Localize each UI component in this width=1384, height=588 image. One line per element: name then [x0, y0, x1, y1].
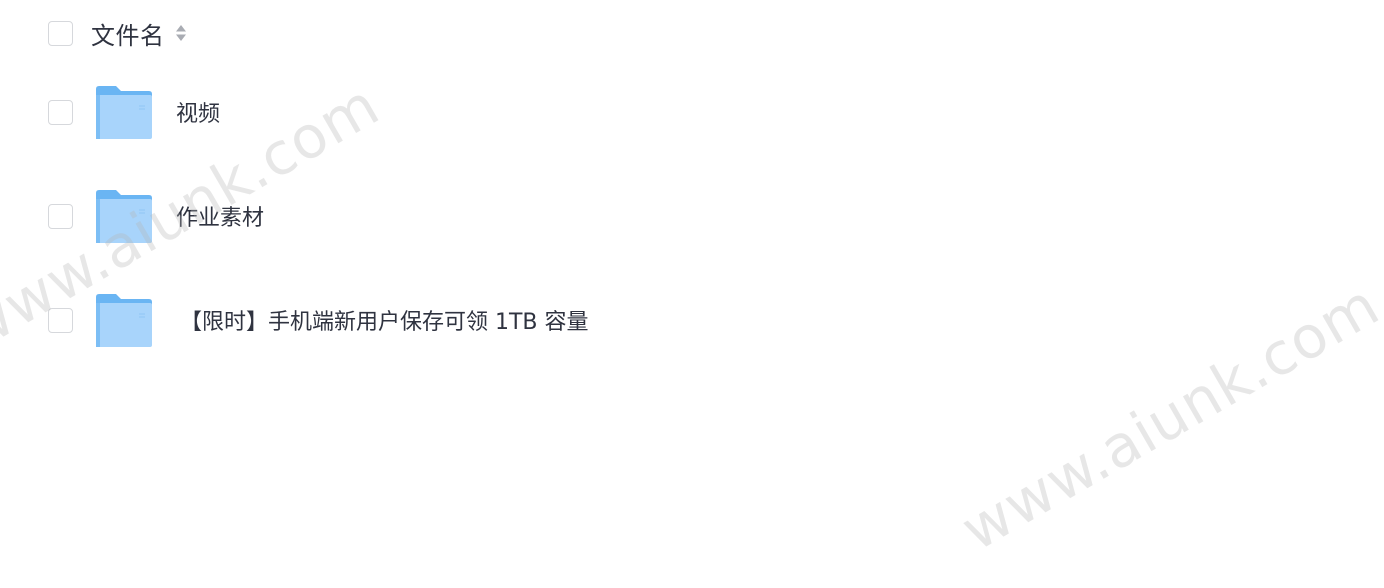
file-row[interactable]: 【限时】手机端新用户保存可领 1TB 容量: [48, 289, 589, 351]
filename-column-header[interactable]: 文件名: [91, 16, 165, 51]
folder-icon: [96, 86, 152, 139]
file-name[interactable]: 【限时】手机端新用户保存可领 1TB 容量: [180, 304, 589, 336]
select-all-checkbox[interactable]: [48, 20, 73, 46]
sort-icon[interactable]: [175, 22, 187, 44]
folder-icon: [96, 190, 152, 243]
folder-icon: [96, 294, 152, 347]
file-list-page: 文件名 视频 作业素材 【限时】手机端新用户保存可领 1TB 容量 www.ai…: [0, 0, 1384, 588]
file-row[interactable]: 作业素材: [48, 185, 264, 247]
file-name[interactable]: 视频: [176, 96, 220, 128]
file-name[interactable]: 作业素材: [176, 200, 264, 232]
file-list-header: 文件名: [48, 16, 187, 51]
file-checkbox[interactable]: [48, 99, 73, 125]
file-row[interactable]: 视频: [48, 81, 220, 143]
file-checkbox[interactable]: [48, 307, 73, 333]
watermark-text: www.aiunk.com: [950, 270, 1384, 564]
file-checkbox[interactable]: [48, 203, 73, 229]
